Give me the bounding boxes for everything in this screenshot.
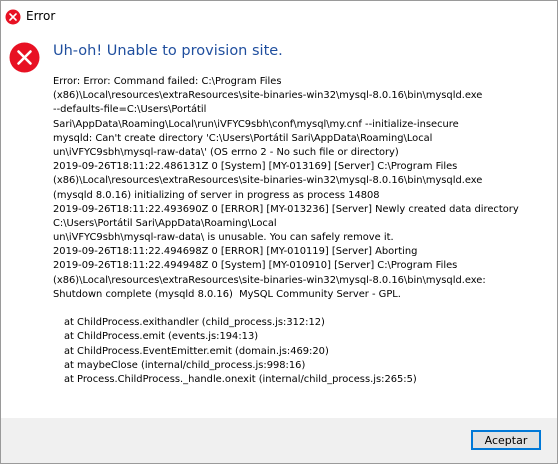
- message-line: 2019-09-26T18:11:22.493690Z 0 [ERROR] [M…: [53, 203, 519, 215]
- stack-trace-line: at ChildProcess.emit (events.js:194:13): [64, 331, 259, 343]
- stack-trace-line: at Process.ChildProcess._handle.onexit (…: [64, 373, 417, 385]
- message-line: 2019-09-26T18:11:22.494698Z 0 [ERROR] [M…: [53, 246, 418, 258]
- message-line: un\iVFYC9sbh\mysql-raw-data\' (OS errno …: [53, 146, 399, 158]
- message-line: 2019-09-26T18:11:22.494948Z 0 [System] […: [53, 260, 458, 272]
- error-heading: Uh-oh! Unable to provision site.: [53, 43, 283, 59]
- error-message: Error: Error: Command failed: C:\Program…: [53, 75, 553, 387]
- stack-trace-line: at ChildProcess.EventEmitter.emit (domai…: [64, 345, 329, 357]
- button-bar: Aceptar: [1, 418, 557, 463]
- window-title: Error: [26, 9, 56, 23]
- message-line: (x86)\Local\resources\extraResources\sit…: [53, 175, 483, 187]
- stack-trace-line: at ChildProcess.exithandler (child_proce…: [64, 317, 325, 329]
- message-line: C:\Users\Portátil Sari\AppData\Roaming\L…: [53, 217, 277, 229]
- message-line: mysqld: Can't create directory 'C:\Users…: [53, 132, 433, 144]
- message-line: (mysqld 8.0.16) initializing of server i…: [53, 189, 380, 201]
- error-icon: [5, 9, 21, 25]
- message-line: (x86)\Local\resources\extraResources\sit…: [53, 274, 486, 286]
- message-line: (x86)\Local\resources\extraResources\sit…: [53, 90, 483, 102]
- message-line: --defaults-file=C:\Users\Portátil: [53, 104, 207, 116]
- dialog-content: Uh-oh! Unable to provision site. Error: …: [1, 32, 557, 417]
- accept-button[interactable]: Aceptar: [471, 430, 541, 450]
- message-line: Error: Error: Command failed: C:\Program…: [53, 76, 282, 87]
- message-line: Shutdown complete (mysqld 8.0.16) MySQL …: [53, 288, 401, 300]
- title-bar: Error: [1, 1, 557, 32]
- error-dialog: Error Uh-oh! Unable to provision site. E…: [0, 0, 558, 464]
- message-line: un\iVFYC9sbh\mysql-raw-data\ is unusable…: [53, 232, 394, 244]
- message-line: 2019-09-26T18:11:22.486131Z 0 [System] […: [53, 161, 458, 173]
- error-x-icon: [9, 42, 40, 73]
- stack-trace-line: at maybeClose (internal/child_process.js…: [64, 359, 306, 371]
- message-line: Sari\AppData\Roaming\Local\run\iVFYC9sbh…: [53, 118, 459, 130]
